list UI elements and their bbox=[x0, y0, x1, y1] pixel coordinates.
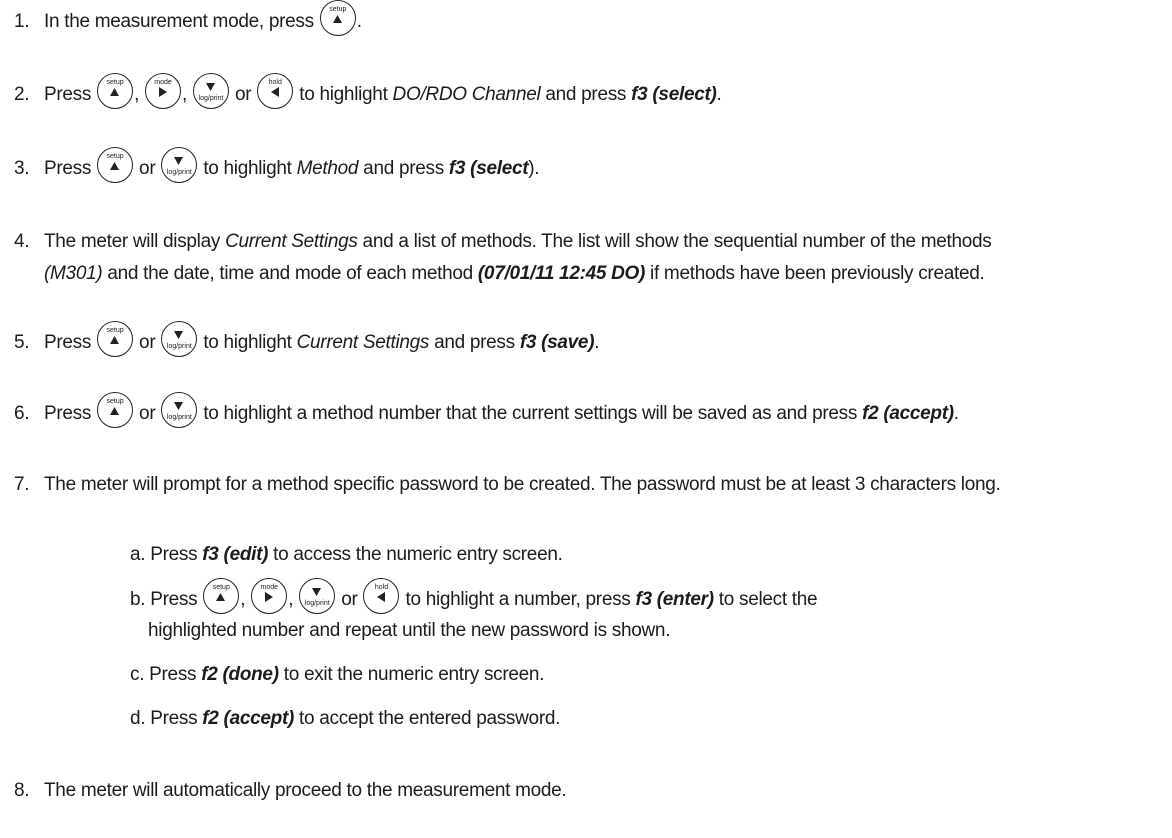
log-print-key-icon: log/print bbox=[161, 147, 198, 183]
substep-b: b. Press setup, mode, log/print or hold … bbox=[130, 578, 818, 614]
log-print-key-icon: log/print bbox=[299, 578, 336, 614]
hold-key-icon: hold bbox=[363, 578, 400, 614]
step-6: 6. Press setup or log/print to highlight … bbox=[14, 392, 959, 428]
hold-key-icon: hold bbox=[257, 73, 294, 109]
substep-a: a. Press f3 (edit) to access the numeric… bbox=[130, 544, 563, 565]
log-print-key-icon: log/print bbox=[161, 392, 198, 428]
step-5: 5. Press setup or log/print to highlight … bbox=[14, 321, 600, 357]
setup-key-icon: setup bbox=[97, 321, 134, 357]
log-print-key-icon: log/print bbox=[193, 73, 229, 109]
step-7: 7. The meter will prompt for a method spe… bbox=[14, 474, 1001, 495]
setup-key-icon: setup bbox=[203, 578, 240, 614]
substep-d: d. Press f2 (accept) to accept the enter… bbox=[130, 708, 561, 729]
step-text: In the measurement mode, press bbox=[44, 11, 314, 33]
step-number: 1. bbox=[14, 11, 30, 33]
step-2: 2. Press setup, mode, log/print or hold t… bbox=[14, 73, 722, 109]
step-4-continued: (M301) and the date, time and mode of ea… bbox=[44, 263, 985, 284]
step-1: 1. In the measurement mode, press setup. bbox=[14, 0, 362, 36]
setup-key-icon: setup bbox=[97, 73, 134, 109]
step-4: 4. The meter will display Current Setting… bbox=[14, 231, 992, 252]
mode-key-icon: mode bbox=[251, 578, 288, 614]
setup-key-icon: setup bbox=[97, 392, 134, 428]
setup-key-icon: setup bbox=[97, 147, 134, 183]
log-print-key-icon: log/print bbox=[161, 321, 198, 357]
step-8: 8. The meter will automatically proceed t… bbox=[14, 780, 567, 801]
step-3: 3. Press setup or log/print to highlight … bbox=[14, 147, 540, 183]
substep-b-continued: highlighted number and repeat until the … bbox=[148, 620, 671, 641]
setup-key-icon: setup bbox=[319, 0, 356, 36]
mode-key-icon: mode bbox=[145, 73, 182, 109]
substep-c: c. Press f2 (done) to exit the numeric e… bbox=[130, 664, 545, 685]
